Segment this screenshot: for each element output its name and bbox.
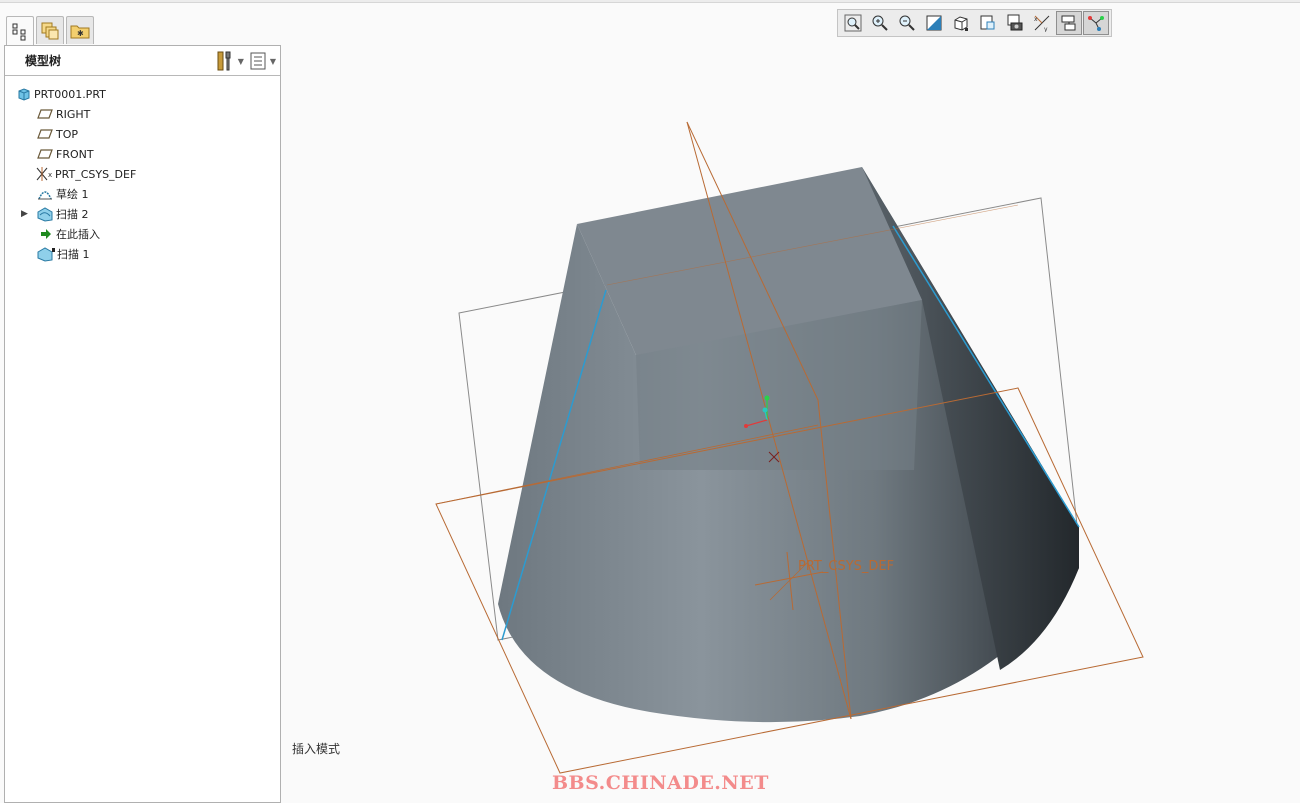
tree-item-csys[interactable]: x PRT_CSYS_DEF [5,164,280,184]
tab-model-tree[interactable] [6,16,34,46]
graphics-area[interactable]: PRT_CSYS_DEF [282,3,1300,803]
tree-item-prt0001[interactable]: PRT0001.PRT [5,84,280,104]
model-tree-panel: 模型树 ▼ ▼ PRT0001.PRT RIGHT TOP FRONT x PR… [4,45,281,803]
model-tree: PRT0001.PRT RIGHT TOP FRONT x PRT_CSYS_D… [5,76,280,264]
panel-tools: ▼ ▼ [214,50,276,72]
tree-item-label: 扫描 2 [56,208,89,221]
spin-center-button[interactable] [1056,11,1082,35]
svg-text:y: y [1044,26,1048,32]
sketch-icon [38,191,52,200]
tree-item-insert-here[interactable]: 在此插入 [5,224,280,244]
datum-display-icon: x y [1034,15,1050,32]
tree-item-label: FRONT [56,147,94,161]
display-style-icon [954,16,968,31]
tree-item-label: PRT0001.PRT [34,87,106,101]
tree-item-label: RIGHT [56,107,91,121]
model-tree-tab-icon [12,23,26,40]
model-render [435,121,1144,774]
svg-text:x: x [1034,16,1038,23]
view-manager-icon [1007,14,1023,31]
annotation-display-button[interactable] [1083,11,1109,35]
view-manager-button[interactable] [1002,11,1028,35]
zoom-in-button[interactable] [867,11,893,35]
datum-plane-icon [37,129,53,139]
zoom-out-button[interactable] [894,11,920,35]
annotation-display-icon [1088,16,1104,31]
tree-settings-tools-icon [217,51,231,71]
tree-item-label: TOP [56,127,79,141]
saved-views-icon [980,15,995,30]
insert-here-arrow-icon [41,229,51,239]
datum-display-button[interactable]: x y [1029,11,1055,35]
display-style-button[interactable] [948,11,974,35]
spin-center-icon [1061,15,1076,31]
tree-item-label: 扫描 1 [57,248,90,261]
datum-plane-icon [37,109,53,119]
creo-window: ✱ 模型树 ▼ ▼ PRT0001.PRT RIGHT TOP FRONT x … [0,0,1300,803]
svg-text:✱: ✱ [77,29,84,38]
view-toolbar: x y [837,9,1112,37]
tree-item-label: 在此插入 [56,228,100,241]
repaint-icon [926,15,942,31]
chevron-down-icon: ▼ [269,56,276,66]
tree-columns-list-icon [250,52,266,70]
tree-item-top[interactable]: TOP [5,124,280,144]
sweep-feature-icon [37,207,53,222]
tree-item-right[interactable]: RIGHT [5,104,280,124]
tab-folder-browser[interactable]: ✱ [66,16,94,44]
panel-title: 模型树 [25,54,62,68]
watermark-text: BBS.CHINADE.NET [552,772,769,794]
tree-columns-button[interactable]: ▼ [248,50,276,72]
csys-label[interactable]: PRT_CSYS_DEF [798,559,894,574]
part-cube-icon [18,88,30,101]
navigator-tabs: ✱ [6,16,94,46]
tree-item-sweep-2[interactable]: ▶ 扫描 2 [5,204,280,224]
expand-arrow-icon[interactable]: ▶ [21,209,31,219]
zoom-fit-button[interactable] [840,11,866,35]
sweep-feature-suppressed-icon [37,247,55,262]
tree-item-label: 草绘 1 [56,188,89,201]
chevron-down-icon: ▼ [237,56,244,66]
tree-item-label: PRT_CSYS_DEF [55,167,137,181]
repaint-button[interactable] [921,11,947,35]
tree-item-front[interactable]: FRONT [5,144,280,164]
zoom-in-icon [872,15,888,31]
tab-layers[interactable] [36,16,64,44]
tree-settings-button[interactable]: ▼ [214,50,244,72]
layers-tab-icon [41,22,59,39]
saved-views-button[interactable] [975,11,1001,35]
folder-browser-tab-icon: ✱ [70,25,90,38]
model-tree-header: 模型树 ▼ ▼ [5,46,280,76]
zoom-fit-icon [844,14,862,32]
status-mode-text: 插入模式 [292,742,341,756]
coordinate-system-icon: x [36,167,52,181]
tree-item-sweep-1[interactable]: 扫描 1 [5,244,280,264]
zoom-out-icon [899,15,915,31]
tree-item-sketch-1[interactable]: 草绘 1 [5,184,280,204]
svg-text:x: x [48,171,52,179]
datum-plane-icon [37,149,53,159]
